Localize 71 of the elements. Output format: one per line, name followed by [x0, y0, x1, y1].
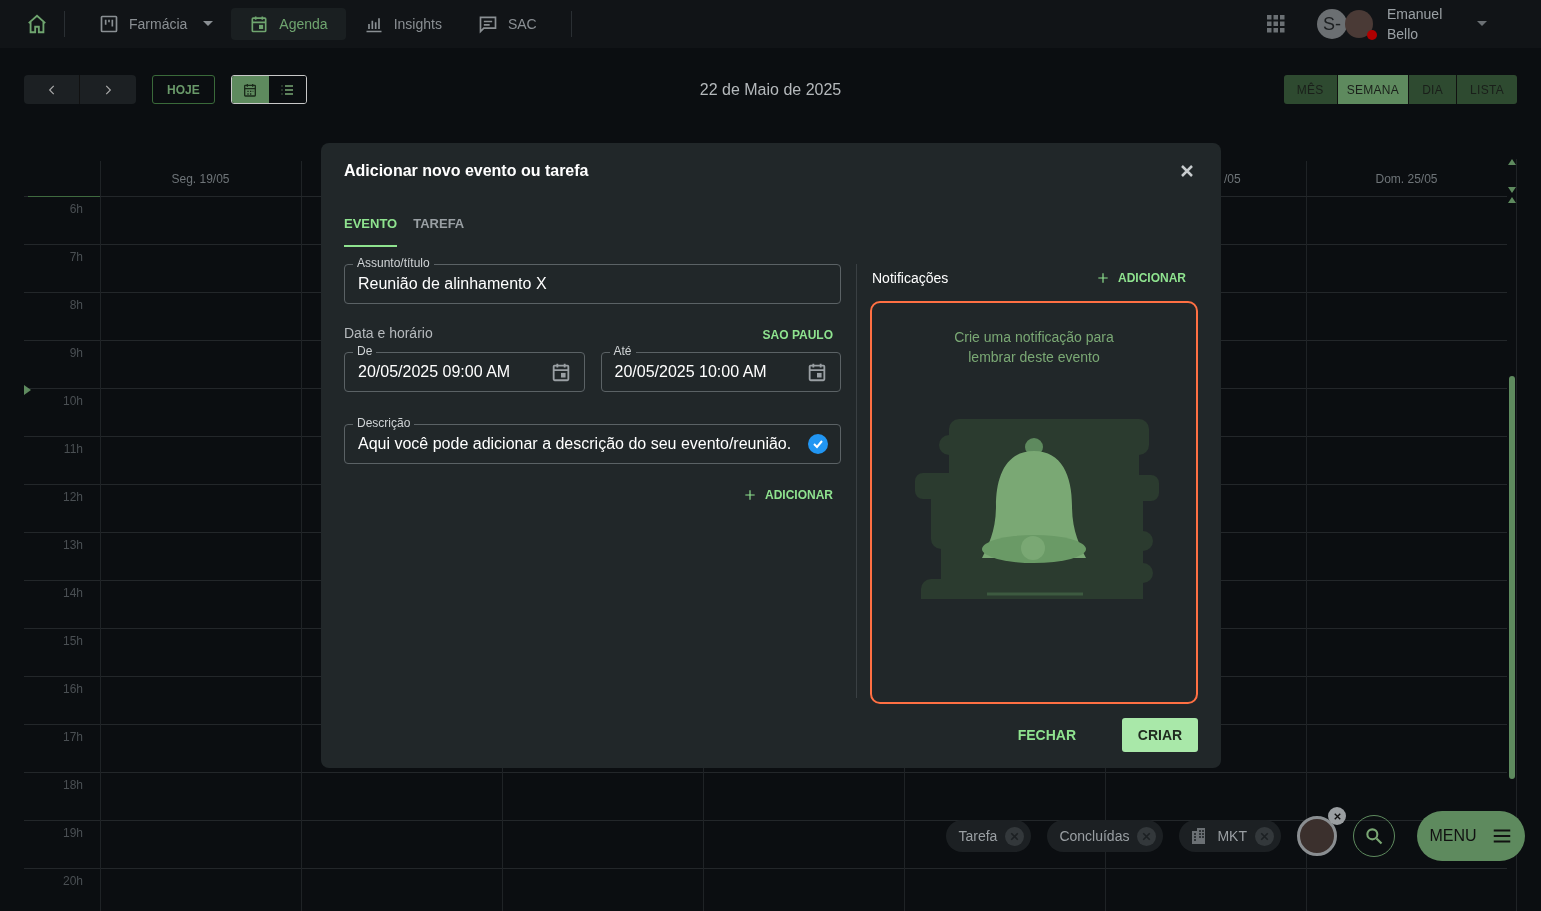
scrollbar-thumb[interactable]	[1509, 376, 1515, 779]
hour-label: 15h	[62, 634, 83, 648]
timezone-link[interactable]: SAO PAULO	[762, 328, 833, 342]
hour-label: 14h	[62, 586, 83, 600]
avatar-filter[interactable]	[1297, 816, 1337, 856]
kanban-icon	[99, 14, 119, 34]
empty-message: Crie uma notificação para lembrar deste evento	[953, 328, 1115, 367]
user-first-name: Emanuel	[1387, 5, 1444, 24]
filter-chip[interactable]: Concluídas	[1047, 820, 1164, 852]
plus-icon	[1096, 271, 1110, 285]
hour-label: 16h	[62, 682, 83, 696]
field-label: Assunto/título	[353, 256, 434, 270]
menu-button[interactable]: MENU	[1417, 811, 1525, 861]
avatar[interactable]: S-	[1317, 9, 1347, 39]
add-notification-button[interactable]: ADICIONAR	[1096, 271, 1186, 285]
remove-filter-button[interactable]	[1328, 807, 1346, 825]
calendar-icon	[249, 14, 270, 34]
today-button[interactable]: HOJE	[152, 75, 215, 104]
filter-chip[interactable]: MKT	[1179, 820, 1281, 852]
range-tab[interactable]: SEMANA	[1337, 75, 1409, 104]
hour-label: 7h	[69, 250, 83, 264]
calendar-view-button[interactable]	[231, 76, 269, 103]
dialog-tab[interactable]: EVENTO	[344, 210, 398, 247]
dialog-title: Adicionar novo evento ou tarefa	[344, 162, 589, 180]
caret-icon	[203, 21, 214, 27]
scroll-up-icon[interactable]	[1508, 159, 1516, 165]
date-title: 22 de Maio de 2025	[699, 80, 842, 99]
nav-tab[interactable]: Farmácia	[81, 8, 232, 40]
hour-label: 9h	[69, 346, 83, 360]
search-icon	[1364, 826, 1384, 846]
calendar-icon	[806, 361, 828, 383]
plus-icon	[743, 488, 757, 502]
chip-label: MKT	[1217, 828, 1247, 844]
day-header: Seg. 19/05	[171, 172, 230, 188]
field-label: Até	[609, 344, 636, 358]
chip-label: Tarefa	[958, 828, 998, 844]
dialog-tab[interactable]: TAREFA	[413, 210, 465, 247]
day-header: /05	[1224, 172, 1241, 188]
check-icon	[808, 434, 828, 454]
close-dialog-button[interactable]: FECHAR	[1011, 718, 1082, 752]
hour-label: 12h	[62, 490, 83, 504]
hour-label: 13h	[62, 538, 83, 552]
home-icon	[26, 13, 48, 35]
add-field-button[interactable]: ADICIONAR	[743, 488, 833, 502]
apps-grid-icon[interactable]	[1267, 15, 1285, 33]
nav-tab[interactable]: Insights	[345, 8, 460, 40]
hour-label: 10h	[62, 394, 83, 408]
hour-label: 18h	[62, 778, 83, 792]
field-label: Descrição	[353, 416, 415, 430]
hour-label: 11h	[63, 442, 83, 456]
nav-tab[interactable]: Agenda	[231, 8, 346, 40]
current-time-marker-icon	[24, 385, 31, 395]
field-label: De	[353, 344, 377, 358]
nav-tab[interactable]: SAC	[459, 8, 555, 40]
hour-label: 20h	[62, 874, 83, 888]
filter-chip[interactable]: Tarefa	[946, 820, 1032, 852]
hour-label: 17h	[62, 730, 83, 744]
hour-label: 19h	[62, 826, 83, 840]
caret-icon[interactable]	[1477, 21, 1487, 27]
create-button[interactable]: CRIAR	[1122, 718, 1198, 752]
hour-label: 6h	[69, 202, 83, 216]
hour-label: 8h	[69, 298, 83, 312]
notifications-title: Notificações	[872, 270, 949, 286]
chat-icon	[477, 14, 498, 34]
day-header: Dom. 25/05	[1375, 172, 1438, 188]
chip-label: Concluídas	[1059, 828, 1130, 844]
calendar-icon	[242, 81, 259, 98]
user-last-name: Bello	[1387, 25, 1420, 44]
section-label: Data e horário	[344, 325, 433, 341]
scroll-arrows-icon[interactable]	[1508, 187, 1516, 203]
status-dot	[1367, 30, 1377, 40]
